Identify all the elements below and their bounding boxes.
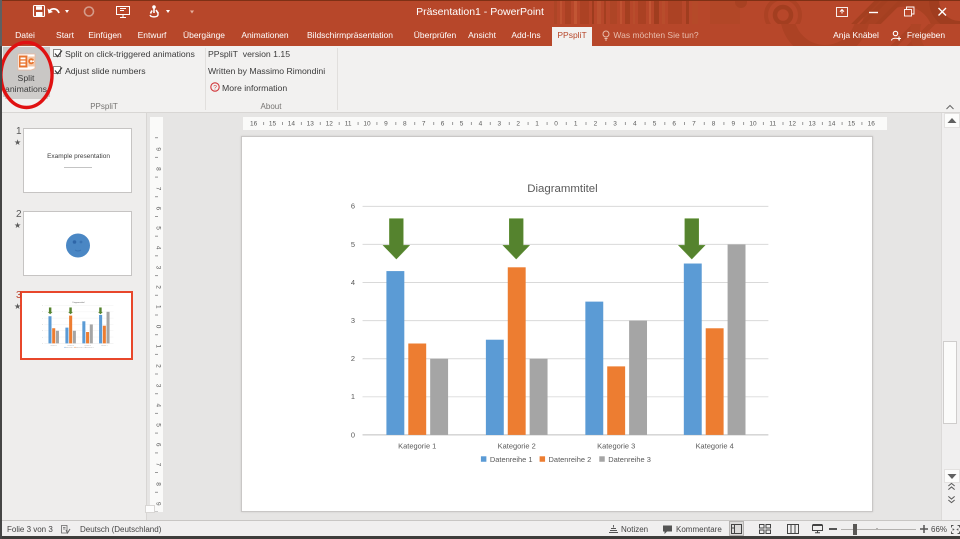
svg-text:Kategorie 1: Kategorie 1 bbox=[50, 344, 57, 347]
svg-text:11: 11 bbox=[769, 121, 776, 128]
svg-text:4: 4 bbox=[479, 121, 483, 128]
svg-text:0: 0 bbox=[42, 343, 43, 345]
svg-text:16: 16 bbox=[250, 121, 258, 128]
svg-text:1: 1 bbox=[155, 305, 162, 309]
svg-text:Datenreihe 2: Datenreihe 2 bbox=[549, 455, 592, 464]
svg-text:9: 9 bbox=[731, 121, 735, 128]
svg-text:2: 2 bbox=[42, 330, 43, 332]
svg-text:8: 8 bbox=[155, 482, 162, 486]
svg-text:6: 6 bbox=[42, 305, 43, 307]
svg-text:Kategorie 2: Kategorie 2 bbox=[67, 344, 74, 347]
svg-text:0: 0 bbox=[554, 121, 558, 128]
svg-text:15: 15 bbox=[269, 121, 277, 128]
svg-text:Kategorie 2: Kategorie 2 bbox=[498, 441, 536, 450]
svg-text:2: 2 bbox=[155, 364, 162, 368]
svg-text:?: ? bbox=[213, 84, 217, 91]
svg-text:Datenreihe 1: Datenreihe 1 bbox=[490, 455, 533, 464]
svg-text:Kategorie 1: Kategorie 1 bbox=[398, 441, 436, 450]
svg-text:4: 4 bbox=[155, 403, 162, 407]
svg-text:10: 10 bbox=[363, 121, 371, 128]
svg-text:9: 9 bbox=[384, 121, 388, 128]
svg-text:3: 3 bbox=[42, 324, 43, 326]
svg-text:Kategorie 3: Kategorie 3 bbox=[84, 344, 91, 347]
svg-text:4: 4 bbox=[633, 121, 637, 128]
svg-text:8: 8 bbox=[712, 121, 716, 128]
svg-text:7: 7 bbox=[692, 121, 696, 128]
svg-text:6: 6 bbox=[441, 121, 445, 128]
svg-text:3: 3 bbox=[351, 316, 355, 325]
svg-text:2: 2 bbox=[594, 121, 598, 128]
svg-text:2: 2 bbox=[155, 285, 162, 289]
svg-text:3: 3 bbox=[155, 266, 162, 270]
svg-text:10: 10 bbox=[749, 121, 757, 128]
svg-text:9: 9 bbox=[155, 502, 162, 506]
svg-text:9: 9 bbox=[155, 147, 162, 151]
svg-text:4: 4 bbox=[155, 246, 162, 250]
svg-text:6: 6 bbox=[155, 206, 162, 210]
svg-text:1: 1 bbox=[155, 344, 162, 348]
svg-text:Diagrammtitel: Diagrammtitel bbox=[72, 301, 84, 304]
svg-text:7: 7 bbox=[155, 187, 162, 191]
svg-text:6: 6 bbox=[351, 202, 355, 211]
svg-text:1: 1 bbox=[351, 392, 355, 401]
svg-text:2: 2 bbox=[516, 121, 520, 128]
svg-text:Diagrammtitel: Diagrammtitel bbox=[527, 183, 597, 195]
svg-text:12: 12 bbox=[789, 121, 797, 128]
svg-text:1: 1 bbox=[535, 121, 539, 128]
svg-text:13: 13 bbox=[307, 121, 315, 128]
svg-text:3: 3 bbox=[155, 384, 162, 388]
svg-text:Datenreihe 2: Datenreihe 2 bbox=[76, 346, 84, 349]
svg-text:5: 5 bbox=[351, 240, 355, 249]
svg-text:14: 14 bbox=[288, 121, 296, 128]
svg-text:11: 11 bbox=[345, 121, 352, 128]
svg-text:0: 0 bbox=[351, 430, 355, 439]
svg-text:Kategorie 4: Kategorie 4 bbox=[696, 441, 734, 450]
svg-text:0: 0 bbox=[155, 325, 162, 329]
svg-text:Kategorie 3: Kategorie 3 bbox=[597, 441, 635, 450]
svg-text:5: 5 bbox=[460, 121, 464, 128]
svg-text:6: 6 bbox=[672, 121, 676, 128]
svg-text:Kategorie 4: Kategorie 4 bbox=[101, 344, 108, 347]
svg-text:8: 8 bbox=[403, 121, 407, 128]
svg-text:6: 6 bbox=[155, 443, 162, 447]
svg-text:15: 15 bbox=[848, 121, 856, 128]
svg-text:1: 1 bbox=[574, 121, 578, 128]
svg-text:5: 5 bbox=[155, 226, 162, 230]
svg-text:1: 1 bbox=[42, 336, 43, 338]
svg-text:Datenreihe 3: Datenreihe 3 bbox=[608, 455, 651, 464]
svg-text:7: 7 bbox=[422, 121, 426, 128]
svg-text:12: 12 bbox=[326, 121, 334, 128]
svg-text:3: 3 bbox=[497, 121, 501, 128]
svg-text:5: 5 bbox=[42, 311, 43, 313]
svg-text:4: 4 bbox=[42, 318, 43, 320]
svg-text:14: 14 bbox=[828, 121, 836, 128]
svg-text:16: 16 bbox=[868, 121, 876, 128]
svg-text:3: 3 bbox=[613, 121, 617, 128]
svg-text:7: 7 bbox=[155, 463, 162, 467]
svg-text:5: 5 bbox=[653, 121, 657, 128]
svg-text:8: 8 bbox=[155, 167, 162, 171]
svg-text:5: 5 bbox=[155, 423, 162, 427]
svg-text:2: 2 bbox=[351, 354, 355, 363]
svg-text:13: 13 bbox=[808, 121, 816, 128]
svg-text:4: 4 bbox=[351, 278, 355, 287]
